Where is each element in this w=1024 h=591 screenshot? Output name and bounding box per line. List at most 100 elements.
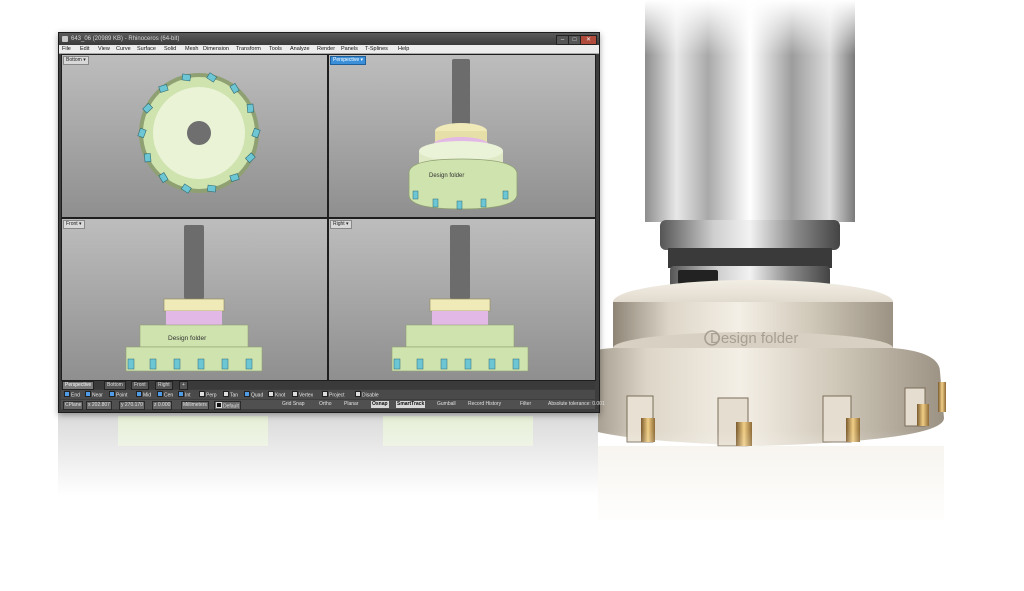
insert-marker xyxy=(181,73,191,82)
viewport-perspective[interactable]: Design folder Perspective ▾ xyxy=(328,54,596,218)
osnap-end[interactable]: End xyxy=(64,391,80,399)
insert-marker xyxy=(246,103,255,113)
perspective-view-model: Design folder xyxy=(408,59,518,210)
osnap-checkbox[interactable] xyxy=(355,391,361,397)
window-title: 643_06 (20989 KB) - Rhinoceros (64-bit) xyxy=(71,36,180,42)
layer-color-swatch xyxy=(216,402,222,408)
osnap-checkbox[interactable] xyxy=(199,391,205,397)
viewport-area: Bottom ▾ Design folder Perspective ▾ Des… xyxy=(61,54,596,381)
toggle-record-history[interactable]: Record History xyxy=(467,401,502,408)
toggle-planar[interactable]: Planar xyxy=(343,401,359,408)
x-coordinate[interactable]: x 202.807 xyxy=(86,401,112,410)
perspective-engraving: Design folder xyxy=(429,173,464,179)
toggle-grid-snap[interactable]: Grid Snap xyxy=(281,401,306,408)
osnap-label: Quad xyxy=(251,392,264,399)
osnap-label: End xyxy=(71,392,80,399)
title-bar[interactable]: 643_06 (20989 KB) - Rhinoceros (64-bit) … xyxy=(59,33,599,45)
menu-transform[interactable]: Transform xyxy=(236,45,261,53)
osnap-near[interactable]: Near xyxy=(85,391,103,399)
osnap-label: Int xyxy=(185,392,191,399)
viewport-label-front[interactable]: Front ▾ xyxy=(63,220,85,229)
tolerance-readout: Absolute tolerance: 0.001 xyxy=(548,401,605,407)
osnap-point[interactable]: Point xyxy=(109,391,128,399)
tool-render-photo: Design folder xyxy=(565,0,953,530)
osnap-checkbox[interactable] xyxy=(64,391,70,397)
tab-perspective[interactable]: Perspective xyxy=(62,381,95,390)
menu-panels[interactable]: Panels xyxy=(341,45,358,53)
osnap-checkbox[interactable] xyxy=(268,391,274,397)
viewport-label-right[interactable]: Right ▾ xyxy=(330,220,352,229)
tab-right[interactable]: Right xyxy=(155,381,173,390)
osnap-label: Project xyxy=(329,392,345,399)
tab-front[interactable]: Front xyxy=(131,381,149,390)
osnap-mid[interactable]: Mid xyxy=(136,391,152,399)
osnap-checkbox[interactable] xyxy=(223,391,229,397)
osnap-label: Vertex xyxy=(299,392,314,399)
osnap-perp[interactable]: Perp xyxy=(199,391,217,399)
menu-file[interactable]: File xyxy=(62,45,71,53)
viewport-right[interactable]: Right ▾ xyxy=(328,218,596,381)
osnap-label: Near xyxy=(92,392,103,399)
viewport-tabs: Perspective Bottom Front Right + xyxy=(61,381,595,390)
menu-mesh[interactable]: Mesh xyxy=(185,45,198,53)
toggle-filter[interactable]: Filter xyxy=(519,401,532,408)
z-coordinate[interactable]: z 0.000 xyxy=(152,401,173,410)
osnap-int[interactable]: Int xyxy=(178,391,191,399)
units-pane[interactable]: Millimeters xyxy=(181,401,209,410)
menu-edit[interactable]: Edit xyxy=(80,45,89,53)
layer-name: Default xyxy=(223,403,239,410)
y-coordinate[interactable]: y 270.170 xyxy=(119,401,145,410)
osnap-checkbox[interactable] xyxy=(109,391,115,397)
add-viewport-tab[interactable]: + xyxy=(179,381,188,390)
status-bar: CPlane x 202.807 y 270.170 z 0.000 Millimete… xyxy=(61,400,605,410)
osnap-bar: End Near Point Mid Cen Int Perp Tan Quad Knot Vert… xyxy=(61,390,595,399)
menu-analyze[interactable]: Analyze xyxy=(290,45,310,53)
osnap-disable[interactable]: Disable xyxy=(355,391,379,399)
osnap-checkbox[interactable] xyxy=(178,391,184,397)
toggle-gumball[interactable]: Gumball xyxy=(436,401,457,408)
menu-t-splines[interactable]: T-Splines xyxy=(365,45,388,53)
osnap-checkbox[interactable] xyxy=(322,391,328,397)
close-button[interactable]: ✕ xyxy=(580,35,597,45)
menu-view[interactable]: View xyxy=(98,45,110,53)
rhino-app-window: 643_06 (20989 KB) - Rhinoceros (64-bit) … xyxy=(58,32,605,413)
osnap-quad[interactable]: Quad xyxy=(244,391,264,399)
osnap-knot[interactable]: Knot xyxy=(268,391,285,399)
osnap-checkbox[interactable] xyxy=(157,391,163,397)
layer-pane[interactable]: Default xyxy=(214,401,241,410)
osnap-project[interactable]: Project xyxy=(322,391,345,399)
tab-bottom[interactable]: Bottom xyxy=(104,381,126,390)
menu-render[interactable]: Render xyxy=(317,45,335,53)
toggle-smarttrack[interactable]: SmartTrack xyxy=(396,401,426,408)
menu-help[interactable]: Help xyxy=(398,45,409,53)
viewport-label-perspective[interactable]: Perspective ▾ xyxy=(330,56,367,65)
osnap-checkbox[interactable] xyxy=(292,391,298,397)
menu-curve[interactable]: Curve xyxy=(116,45,131,53)
right-view-model xyxy=(391,225,529,372)
menu-solid[interactable]: Solid xyxy=(164,45,176,53)
insert-marker xyxy=(143,153,152,163)
viewport-label-bottom[interactable]: Bottom ▾ xyxy=(63,56,89,65)
osnap-checkbox[interactable] xyxy=(244,391,250,397)
osnap-checkbox[interactable] xyxy=(136,391,142,397)
osnap-tan[interactable]: Tan xyxy=(223,391,238,399)
menu-bar: File Edit View Curve Surface Solid Mesh Dimensi… xyxy=(59,45,599,54)
osnap-label: Point xyxy=(116,392,128,399)
cplane-button[interactable]: CPlane xyxy=(63,401,84,410)
osnap-label: Mid xyxy=(143,392,152,399)
osnap-label: Disable xyxy=(362,392,379,399)
osnap-checkbox[interactable] xyxy=(85,391,91,397)
osnap-label: Cen xyxy=(164,392,174,399)
viewport-bottom[interactable]: Bottom ▾ xyxy=(61,54,328,218)
toggle-ortho[interactable]: Ortho xyxy=(318,401,333,408)
menu-tools[interactable]: Tools xyxy=(269,45,282,53)
menu-surface[interactable]: Surface xyxy=(137,45,156,53)
viewport-front[interactable]: Design folder Front ▾ xyxy=(61,218,328,381)
bottom-view-model xyxy=(137,72,261,194)
insert-marker xyxy=(207,184,217,193)
osnap-vertex[interactable]: Vertex xyxy=(292,391,314,399)
osnap-cen[interactable]: Cen xyxy=(157,391,174,399)
front-view-model: Design folder xyxy=(125,225,263,372)
toggle-osnap[interactable]: Osnap xyxy=(371,401,389,408)
menu-dimension[interactable]: Dimension xyxy=(203,45,229,53)
